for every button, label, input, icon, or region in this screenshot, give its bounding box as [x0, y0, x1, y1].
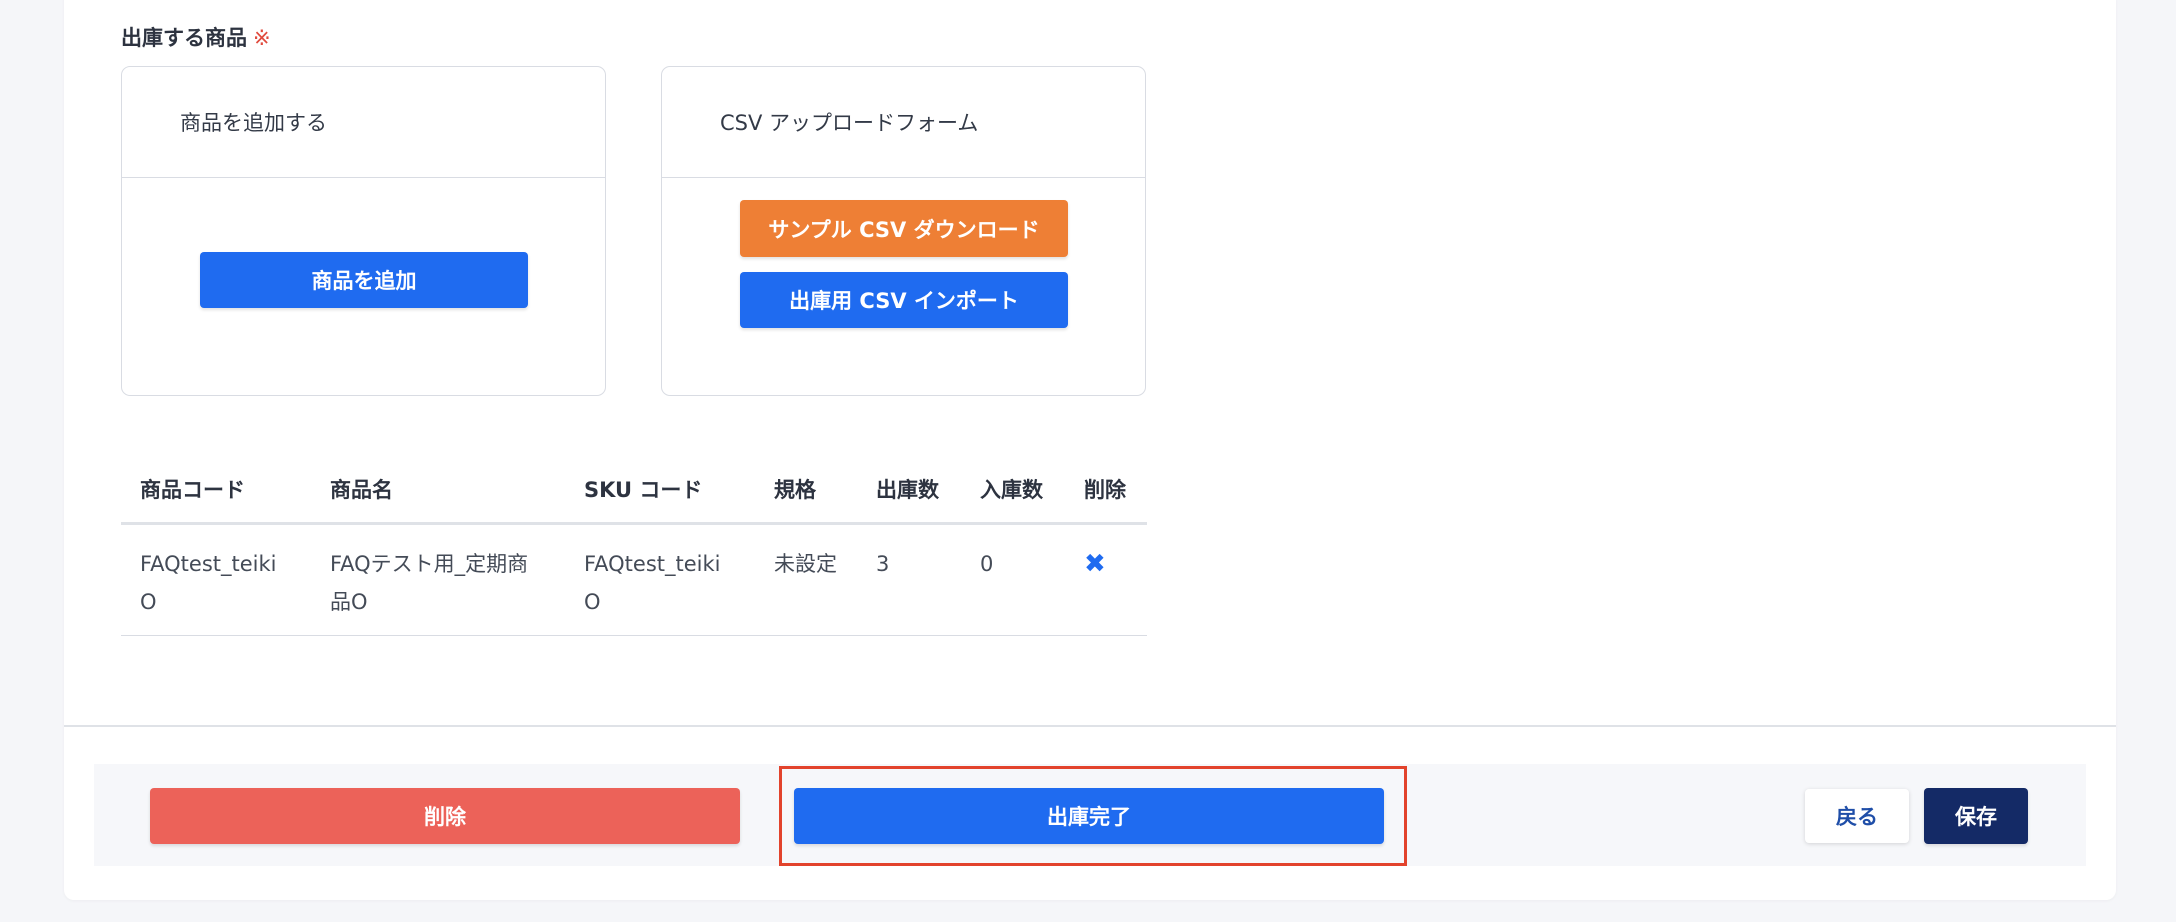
- column-header-out-qty: 出庫数: [857, 455, 961, 525]
- cell-product-code: FAQtest_teikiO: [121, 523, 311, 636]
- add-product-card-header: 商品を追加する: [122, 67, 605, 178]
- x-icon[interactable]: ✖: [1084, 549, 1106, 579]
- csv-upload-card-header: CSV アップロードフォーム: [662, 67, 1145, 178]
- column-header-spec: 規格: [755, 455, 857, 525]
- footer-divider: [64, 725, 2116, 727]
- cell-product-name: FAQテスト用_定期商品O: [311, 523, 565, 636]
- cell-spec: 未設定: [755, 523, 857, 636]
- add-product-button[interactable]: 商品を追加: [200, 252, 528, 308]
- table-row: FAQtest_teikiO FAQテスト用_定期商品O FAQtest_tei…: [121, 523, 1147, 636]
- save-button[interactable]: 保存: [1924, 788, 2028, 844]
- column-header-code: 商品コード: [121, 455, 311, 525]
- column-header-delete: 削除: [1065, 455, 1147, 525]
- column-header-name: 商品名: [311, 455, 565, 525]
- back-button[interactable]: 戻る: [1805, 789, 1909, 843]
- column-header-in-qty: 入庫数: [961, 455, 1065, 525]
- cell-sku-code: FAQtest_teikiO: [565, 523, 755, 636]
- cell-in-qty: 0: [961, 523, 1065, 636]
- cell-out-qty: 3: [857, 523, 961, 636]
- section-title: 出庫する商品 ※: [121, 22, 271, 52]
- add-product-card: 商品を追加する: [121, 66, 606, 396]
- delete-button[interactable]: 削除: [150, 788, 740, 844]
- csv-import-button[interactable]: 出庫用 CSV インポート: [740, 272, 1068, 328]
- table-header-row: 商品コード 商品名 SKU コード 規格 出庫数 入庫数 削除: [121, 455, 1147, 525]
- column-header-sku: SKU コード: [565, 455, 755, 525]
- cell-delete: ✖: [1065, 523, 1147, 636]
- required-mark: ※: [253, 26, 271, 50]
- section-title-text: 出庫する商品: [121, 26, 247, 50]
- product-table: 商品コード 商品名 SKU コード 規格 出庫数 入庫数 削除 FAQtest_…: [121, 455, 1147, 636]
- sample-csv-download-button[interactable]: サンプル CSV ダウンロード: [740, 200, 1068, 257]
- highlight-box: [779, 766, 1407, 866]
